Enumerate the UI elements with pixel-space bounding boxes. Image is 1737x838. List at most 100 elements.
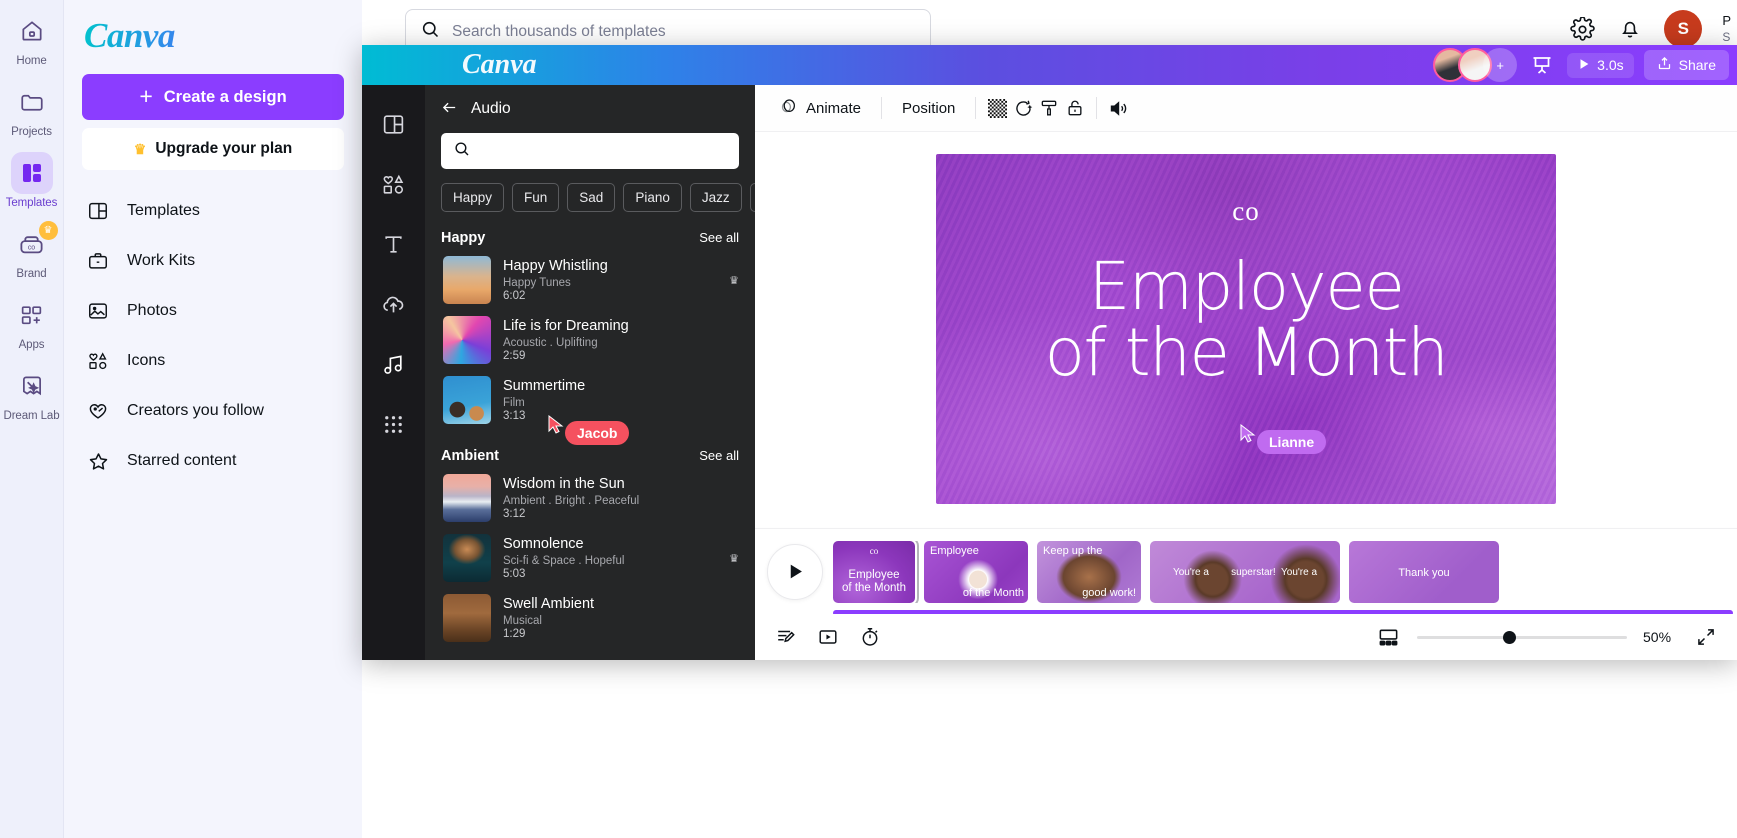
timeline-card[interactable]: Thank you bbox=[1349, 540, 1499, 603]
briefcase-icon bbox=[86, 249, 110, 273]
account-name-primary: P bbox=[1722, 13, 1731, 29]
timeline-card[interactable]: co Employee of the Month bbox=[833, 540, 919, 603]
share-button[interactable]: Share bbox=[1643, 50, 1729, 80]
design-icon[interactable] bbox=[381, 111, 407, 137]
rail-label: Brand bbox=[16, 268, 47, 280]
animate-button[interactable]: Animate bbox=[767, 92, 873, 125]
spin-icon[interactable] bbox=[1010, 95, 1036, 121]
apps-grid-icon[interactable] bbox=[381, 411, 407, 437]
chip-fun[interactable]: Fun bbox=[512, 183, 560, 212]
lock-icon[interactable] bbox=[1062, 95, 1088, 121]
audio-section-happy-header: Happy See all bbox=[425, 212, 755, 250]
presentation-icon[interactable] bbox=[1527, 50, 1557, 80]
rail-item-templates[interactable]: Templates bbox=[3, 152, 61, 209]
dream-lab-icon bbox=[11, 365, 53, 407]
sidebar-item-templates[interactable]: Templates bbox=[82, 186, 344, 236]
track-row[interactable]: Wisdom in the Sun Ambient . Bright . Pea… bbox=[425, 468, 755, 528]
timeline-card[interactable]: Keep up the good work! bbox=[1037, 540, 1141, 603]
create-design-label: Create a design bbox=[163, 87, 287, 106]
expand-icon[interactable] bbox=[1693, 624, 1719, 650]
collaborator-overflow[interactable]: + bbox=[1483, 48, 1518, 82]
timer-icon[interactable] bbox=[857, 624, 883, 650]
uploads-icon[interactable] bbox=[381, 291, 407, 317]
chip-jazz[interactable]: Jazz bbox=[689, 183, 742, 212]
elements-icon[interactable] bbox=[381, 171, 407, 197]
transparency-icon[interactable] bbox=[984, 95, 1010, 121]
home-icon bbox=[11, 10, 53, 52]
track-thumbnail bbox=[443, 594, 491, 642]
audio-search-input[interactable] bbox=[441, 133, 739, 169]
sidebar-item-photos[interactable]: Photos bbox=[82, 286, 344, 336]
timeline-card[interactable]: You're a superstar! You're a bbox=[1150, 540, 1340, 603]
timeline-cards[interactable]: co Employee of the Month Employee of the … bbox=[833, 540, 1499, 603]
sidebar-item-creators-you-follow[interactable]: Creators you follow bbox=[82, 386, 344, 436]
chip-sad[interactable]: Sad bbox=[567, 183, 616, 212]
search-icon bbox=[453, 140, 471, 163]
share-icon bbox=[1657, 56, 1672, 74]
avatar[interactable]: S bbox=[1664, 10, 1703, 48]
track-tags: Film bbox=[503, 397, 525, 410]
rail-item-apps[interactable]: Apps bbox=[3, 294, 61, 351]
track-duration: 1:29 bbox=[503, 628, 526, 641]
position-button[interactable]: Position bbox=[890, 95, 967, 122]
track-row[interactable]: Summertime Film 3:13 bbox=[425, 370, 755, 430]
track-duration: 5:03 bbox=[503, 568, 526, 581]
grid-view-icon[interactable] bbox=[1375, 624, 1401, 650]
rail-item-dream-lab[interactable]: Dream Lab bbox=[3, 365, 61, 422]
preview-duration-button[interactable]: 3.0s bbox=[1567, 52, 1634, 78]
timeline-card-label-bottom: of the Month bbox=[962, 586, 1024, 599]
search-placeholder-text: Search thousands of templates bbox=[452, 22, 666, 40]
present-icon[interactable] bbox=[815, 624, 841, 650]
folder-icon bbox=[11, 81, 53, 123]
see-all-link[interactable]: See all bbox=[699, 448, 739, 463]
rail-item-home[interactable]: Home bbox=[3, 10, 61, 67]
rail-item-brand[interactable]: co ♛ Brand bbox=[3, 221, 61, 280]
text-icon[interactable] bbox=[381, 231, 407, 257]
zoom-slider-knob[interactable] bbox=[1503, 630, 1516, 644]
timeline-card-label: Employee of the Month bbox=[842, 569, 906, 595]
slide-brand-mark: co bbox=[1232, 196, 1260, 226]
play-button[interactable] bbox=[767, 543, 823, 600]
rail-item-projects[interactable]: Projects bbox=[3, 81, 61, 138]
chip-happy[interactable]: Happy bbox=[441, 183, 505, 212]
bell-icon[interactable] bbox=[1616, 15, 1644, 43]
animate-label: Animate bbox=[806, 99, 862, 117]
track-row[interactable]: Life is for Dreaming Acoustic . Upliftin… bbox=[425, 310, 755, 370]
gear-icon[interactable] bbox=[1568, 15, 1596, 43]
color-brush-icon[interactable] bbox=[1036, 95, 1062, 121]
audio-filter-chips: Happy Fun Sad Piano Jazz Upbeat › bbox=[441, 183, 755, 212]
section-title: Ambient bbox=[441, 448, 499, 464]
rail-label: Home bbox=[16, 55, 47, 67]
timeline-card-label: Thank you bbox=[1398, 566, 1450, 579]
create-a-design-button[interactable]: + Create a design bbox=[82, 74, 344, 120]
play-icon bbox=[1577, 57, 1591, 74]
crown-badge-icon: ♛ bbox=[38, 221, 58, 240]
notes-icon[interactable] bbox=[773, 624, 799, 650]
timeline-card[interactable]: Employee of the Month bbox=[924, 540, 1028, 603]
sidebar-item-icons[interactable]: Icons bbox=[82, 336, 344, 386]
audio-icon[interactable] bbox=[381, 351, 407, 377]
volume-icon[interactable] bbox=[1105, 95, 1131, 121]
track-row[interactable]: Somnolence Sci-fi & Space . Hopeful 5:03… bbox=[425, 528, 755, 588]
upgrade-plan-button[interactable]: ♛ Upgrade your plan bbox=[82, 128, 344, 170]
back-arrow-icon[interactable] bbox=[441, 99, 458, 119]
track-thumbnail bbox=[443, 376, 491, 424]
collaborator-avatars[interactable]: + bbox=[1433, 48, 1518, 82]
slide-title-line2: of the Month bbox=[1044, 314, 1449, 391]
sidebar-item-label: Starred content bbox=[127, 452, 237, 469]
slide-canvas[interactable]: co Employee of the Month bbox=[936, 154, 1556, 504]
track-row[interactable]: Happy Whistling Happy Tunes 6:02 ♛ bbox=[425, 250, 755, 310]
timeline-card-label-top: Keep up the bbox=[1043, 544, 1103, 557]
track-duration: 6:02 bbox=[503, 290, 526, 303]
track-name: Life is for Dreaming bbox=[503, 318, 629, 334]
sidebar-item-starred-content[interactable]: Starred content bbox=[82, 436, 344, 486]
canva-editor-window: Canva + 3.0s Share Audio Happy Fun Sad P… bbox=[362, 45, 1737, 660]
track-row[interactable]: Swell Ambient Musical 1:29 bbox=[425, 588, 755, 648]
sidebar-item-work-kits[interactable]: Work Kits bbox=[82, 236, 344, 286]
chip-piano[interactable]: Piano bbox=[623, 183, 682, 212]
zoom-slider[interactable] bbox=[1417, 630, 1627, 644]
see-all-link[interactable]: See all bbox=[699, 230, 739, 245]
timeline-card-label: You're a superstar! You're a bbox=[1172, 566, 1318, 578]
slide-title[interactable]: Employee of the Month bbox=[936, 254, 1556, 386]
sidebar-item-label: Icons bbox=[127, 352, 166, 369]
